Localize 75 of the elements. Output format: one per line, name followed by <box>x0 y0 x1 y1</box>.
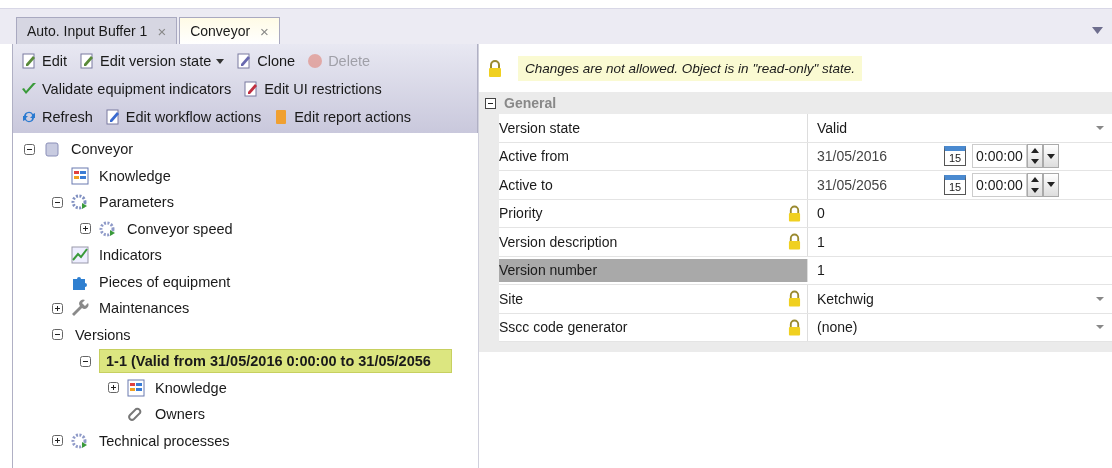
tree-item[interactable]: Knowledge <box>151 377 231 398</box>
expander-toggle[interactable] <box>51 435 63 447</box>
lock-icon <box>788 204 801 222</box>
lock-icon <box>788 318 801 336</box>
knowledge-icon <box>127 378 145 397</box>
tree-item[interactable]: Conveyor <box>67 139 138 160</box>
toolbar-button[interactable]: Edit report actions <box>271 109 414 125</box>
tree-item[interactable]: Knowledge <box>95 165 175 186</box>
dropdown-arrow-icon[interactable] <box>1096 325 1104 330</box>
lock-icon <box>788 233 801 251</box>
tree-item[interactable]: Versions <box>71 324 135 345</box>
dropdown-arrow-icon[interactable] <box>1096 296 1104 301</box>
chart-icon <box>71 246 89 265</box>
expander-toggle[interactable] <box>51 302 63 314</box>
toolbar-button[interactable]: Edit <box>19 53 69 69</box>
toolbar-button[interactable]: Validate equipment indicators <box>19 81 234 97</box>
time-field[interactable]: 0:00:00 <box>972 144 1027 169</box>
tree-item[interactable]: 1-1 (Valid from 31/05/2016 0:00:00 to 31/05/2056 <box>99 349 452 374</box>
tree-item[interactable]: Owners <box>151 404 209 425</box>
dropdown-arrow-icon[interactable] <box>1096 125 1104 130</box>
document-tab[interactable]: Auto. Input Buffer 1 × <box>16 17 178 44</box>
knowledge-icon <box>71 166 89 185</box>
property-name[interactable]: Site <box>499 285 808 313</box>
tree-item[interactable]: Parameters <box>95 192 178 213</box>
property-name[interactable]: Sscc code generator <box>499 313 808 341</box>
tree-item[interactable]: Indicators <box>95 245 166 266</box>
property-value[interactable]: 1 <box>817 233 1112 250</box>
tree-item[interactable]: Pieces of equipment <box>95 271 235 292</box>
property-value[interactable]: 1 <box>817 262 1112 279</box>
property-name[interactable]: Active to <box>499 171 808 199</box>
time-field[interactable]: 0:00:00 <box>972 172 1027 197</box>
document-tab[interactable]: Conveyor × <box>179 17 280 44</box>
property-value[interactable]: Valid <box>817 119 1096 136</box>
caret-icon <box>1046 182 1055 188</box>
property-value[interactable]: Ketchwig <box>817 290 1096 307</box>
property-name[interactable]: Version number <box>499 258 808 282</box>
caret-icon <box>216 58 225 64</box>
property-name[interactable]: Priority <box>499 199 808 227</box>
expander-toggle[interactable] <box>79 355 91 367</box>
toolbar-button[interactable]: Edit workflow actions <box>102 109 264 125</box>
close-icon[interactable]: × <box>260 22 269 40</box>
dropdown-arrow-icon[interactable] <box>1092 27 1103 34</box>
tree-item[interactable]: Technical processes <box>95 430 234 451</box>
expander-toggle[interactable] <box>107 382 119 394</box>
calendar-button[interactable]: 15 <box>944 146 966 167</box>
expander-toggle[interactable] <box>485 97 496 109</box>
property-value[interactable]: (none) <box>817 319 1096 336</box>
toolbar-button[interactable]: Edit UI restrictions <box>241 81 384 97</box>
refresh-icon <box>21 109 37 125</box>
tree-item[interactable]: Conveyor speed <box>123 218 237 239</box>
lock-icon <box>488 59 502 77</box>
gear-icon <box>99 219 117 238</box>
section-title: General <box>504 95 557 111</box>
calendar-button[interactable]: 15 <box>944 174 966 195</box>
property-value[interactable]: 0 <box>817 205 1112 222</box>
read-only-notice: Changes are not allowed. Object is in "read-only" state. <box>518 55 862 81</box>
caret-icon <box>1046 153 1055 159</box>
edit-icon <box>21 53 37 69</box>
lock-icon <box>788 290 801 308</box>
property-name[interactable]: Version description <box>499 228 808 256</box>
tree-item[interactable]: Maintenances <box>95 298 194 319</box>
date-value[interactable]: 31/05/2056 <box>817 176 944 193</box>
edit-icon <box>79 53 95 69</box>
gear-icon <box>71 431 89 450</box>
toolbar-button[interactable]: Edit version state <box>77 53 227 69</box>
toolbar-button[interactable]: Clone <box>234 53 298 69</box>
expander-toggle[interactable] <box>51 196 63 208</box>
expander-toggle[interactable] <box>79 223 91 235</box>
property-name[interactable]: Active from <box>499 142 808 170</box>
expander-toggle[interactable] <box>23 143 35 155</box>
wrench-icon <box>71 299 89 318</box>
expander-toggle[interactable] <box>51 329 63 341</box>
date-value[interactable]: 31/05/2016 <box>817 148 944 165</box>
property-name[interactable]: Version state <box>499 114 808 142</box>
toolbar-button[interactable]: Refresh <box>19 109 95 125</box>
